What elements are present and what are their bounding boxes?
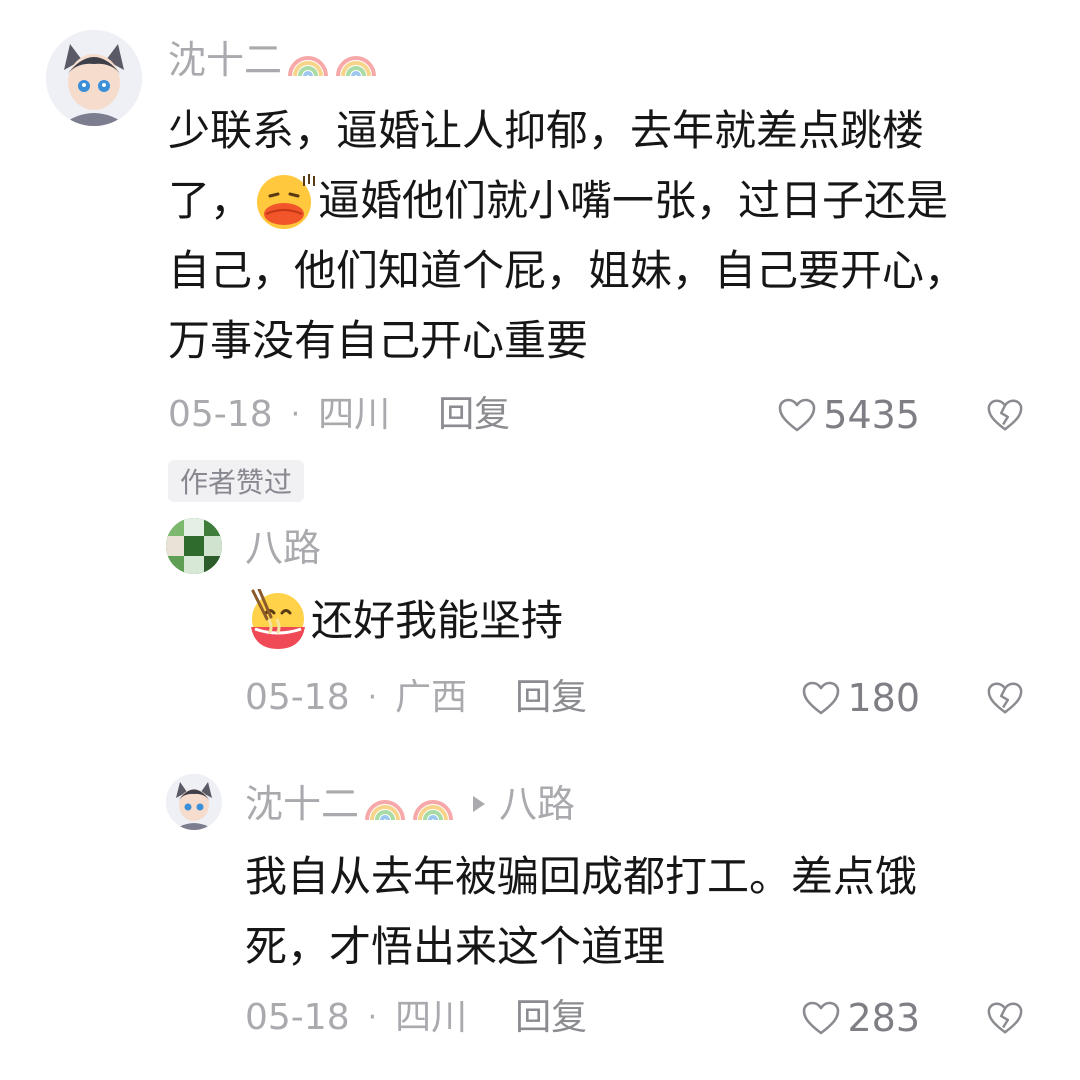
comment-meta: 05-18 · 四川 回复 [245, 1000, 587, 1036]
text-line: 少联系，逼婚让人抑郁，去年就差点跳楼 [168, 106, 925, 155]
comment-date: 05-18 [245, 677, 350, 718]
comment-meta: 05-18 · 四川 回复 [168, 397, 510, 433]
comment-location: 四川 [395, 997, 468, 1038]
rainbow-icon [363, 784, 407, 824]
comment-date: 05-18 [168, 394, 273, 435]
broken-heart-icon [987, 682, 1023, 714]
text-line: 自己，他们知道个屁，姐妹，自己要开心， [168, 246, 967, 295]
pouting-lips-emoji [252, 170, 318, 230]
comment-location: 四川 [318, 394, 391, 435]
avatar[interactable] [166, 774, 222, 830]
avatar[interactable] [166, 518, 222, 574]
comment-author[interactable]: 八路 [245, 529, 321, 567]
author-liked-tag: 作者赞过 [168, 460, 305, 502]
comment-author[interactable]: 沈十二 八路 [245, 784, 575, 824]
rainbow-icon [334, 40, 378, 80]
comment-meta: 05-18 · 广西 回复 [245, 680, 587, 716]
dislike-button[interactable] [986, 680, 1024, 716]
separator: · [290, 397, 301, 432]
avatar[interactable] [46, 30, 142, 126]
heart-outline-icon [778, 398, 816, 432]
rainbow-icon [286, 40, 330, 80]
reply-target-name[interactable]: 八路 [499, 785, 575, 823]
reply-button[interactable]: 回复 [515, 680, 587, 716]
dislike-button[interactable] [986, 397, 1024, 433]
reply-button[interactable]: 回复 [438, 397, 510, 433]
comment-location: 广西 [395, 677, 468, 718]
comment-text: 我自从去年被骗回成都打工。差点饿 死，才悟出来这个道理 [245, 842, 1045, 982]
author-name[interactable]: 八路 [245, 529, 321, 567]
comment-author[interactable]: 沈十二 [168, 40, 378, 80]
text-line: 还好我能坚持 [245, 586, 1045, 656]
heart-outline-icon [803, 681, 840, 715]
reply-button[interactable]: 回复 [515, 1000, 587, 1036]
separator: · [367, 1000, 378, 1035]
like-count: 283 [847, 996, 920, 1040]
broken-heart-icon [987, 399, 1023, 431]
reply-arrow-icon [473, 796, 486, 812]
text-line: 万事没有自己开心重要 [168, 316, 589, 365]
author-name[interactable]: 沈十二 [245, 785, 359, 823]
like-count: 5435 [823, 393, 920, 437]
like-button[interactable]: 180 [801, 679, 920, 717]
text-line: 了， 逼婚他们就小嘴一张，过日子还是 [168, 166, 1048, 236]
comment-date: 05-18 [245, 997, 350, 1038]
text-line: 死，才悟出来这个道理 [245, 922, 666, 971]
like-count: 180 [847, 676, 920, 720]
like-button[interactable]: 5435 [777, 396, 920, 434]
text-line: 我自从去年被骗回成都打工。差点饿 [245, 852, 918, 901]
comment-text: 少联系，逼婚让人抑郁，去年就差点跳楼 了， 逼婚他们就小嘴一张，过日子还是 自己… [168, 96, 1048, 376]
broken-heart-icon [987, 1002, 1023, 1034]
separator: · [367, 680, 378, 715]
dislike-button[interactable] [986, 1000, 1024, 1036]
heart-outline-icon [803, 1001, 840, 1035]
author-name[interactable]: 沈十二 [168, 41, 282, 79]
rainbow-icon [411, 784, 455, 824]
like-button[interactable]: 283 [801, 999, 920, 1037]
comment-text: 还好我能坚持 [245, 586, 1045, 656]
eating-noodles-emoji [245, 588, 311, 651]
